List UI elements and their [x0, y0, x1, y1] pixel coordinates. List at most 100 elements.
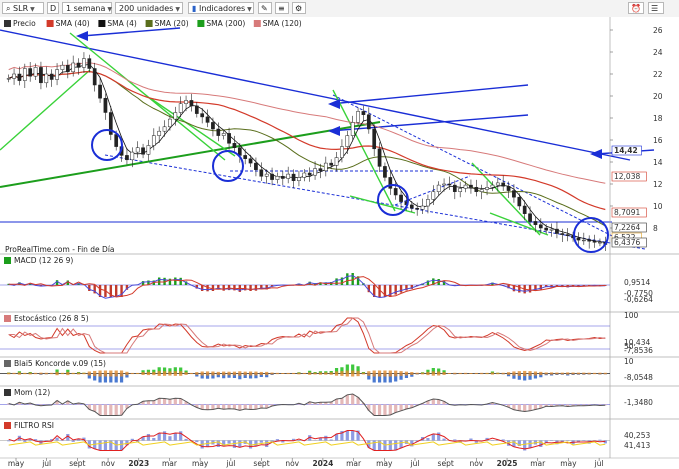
rsi-bar: [146, 434, 151, 441]
time-tick-label: nov: [285, 459, 299, 468]
text-tool-icon[interactable]: ≡: [275, 2, 289, 14]
koncorde-orange-bar: [270, 372, 274, 375]
period-selector[interactable]: 1 semana ▼: [62, 2, 112, 14]
candle-body: [151, 135, 156, 146]
candle-body: [22, 68, 27, 81]
koncorde-orange-bar: [399, 371, 403, 376]
indicators-label: Indicadores: [198, 4, 246, 13]
candle-body: [512, 190, 516, 198]
legend-entry: SMA (4): [107, 19, 136, 28]
indicators-button[interactable]: ▮ Indicadores ▼: [188, 2, 254, 14]
mom-bar: [243, 404, 247, 409]
koncorde-orange-bar: [501, 372, 505, 375]
rsi-bar: [227, 440, 231, 444]
mom-bar: [383, 404, 387, 416]
koncorde-orange-bar: [566, 372, 570, 375]
koncorde-orange-bar: [420, 372, 425, 375]
koncorde-orange-bar: [506, 372, 511, 375]
koncorde-orange-bar: [211, 371, 215, 376]
candle-body: [243, 155, 248, 159]
candle-body: [565, 234, 570, 236]
period-label: 1 semana: [66, 4, 106, 13]
candle-body: [506, 185, 511, 191]
candle-body: [409, 204, 414, 209]
candle-body: [549, 228, 554, 231]
koncorde-orange-bar: [222, 371, 226, 376]
koncorde-orange-bar: [281, 373, 285, 374]
time-tick-label: may: [376, 459, 393, 468]
legend-swatch: [197, 20, 205, 27]
rsi-bar: [399, 440, 403, 448]
time-tick-label: nov: [101, 459, 115, 468]
legend-entry: Precio: [13, 19, 36, 28]
candle-body: [270, 173, 274, 180]
candle-body: [248, 158, 253, 164]
panel-title: FILTRO RSI: [14, 421, 54, 430]
rsi-bar: [238, 440, 242, 448]
candle-body: [6, 78, 11, 80]
koncorde-orange-bar: [308, 372, 312, 375]
rsi-bar: [582, 440, 586, 441]
koncorde-orange-bar: [377, 370, 382, 377]
rsi-bar: [528, 440, 532, 448]
candle-body: [307, 172, 312, 176]
settings-icon[interactable]: ⚙: [292, 2, 306, 14]
candle-body: [162, 126, 167, 132]
macd-bar: [399, 285, 403, 293]
panel-value-label: 10: [624, 357, 634, 366]
macd-bar: [335, 278, 338, 285]
koncorde-orange-bar: [517, 371, 521, 376]
koncorde-orange-bar: [458, 372, 462, 375]
price-tick-label: 26: [653, 26, 663, 35]
rsi-bar: [442, 438, 446, 441]
koncorde-orange-bar: [603, 372, 607, 375]
koncorde-orange-bar: [184, 372, 188, 375]
symbol-label: SLR: [13, 4, 29, 13]
candle-body: [442, 183, 446, 186]
koncorde-orange-bar: [130, 372, 134, 375]
price-label: 7,2264: [614, 223, 640, 232]
units-selector[interactable]: 200 unidades ▼: [115, 2, 183, 14]
candle-body: [469, 184, 473, 188]
koncorde-orange-bar: [60, 372, 65, 375]
candle-body: [264, 173, 269, 177]
mom-bar: [103, 404, 108, 416]
koncorde-orange-bar: [598, 372, 602, 375]
koncorde-orange-bar: [496, 372, 500, 375]
chart-type-button[interactable]: D: [47, 2, 59, 14]
koncorde-orange-bar: [431, 371, 435, 376]
chevron-down-icon: ▼: [30, 6, 35, 13]
koncorde-orange-bar: [179, 371, 183, 376]
koncorde-orange-bar: [157, 371, 161, 376]
time-tick-label: mar: [346, 459, 362, 468]
pencil-icon[interactable]: ✎: [258, 2, 272, 14]
candle-body: [184, 100, 188, 104]
mom-bar: [109, 404, 113, 416]
rsi-bar: [394, 440, 398, 451]
koncorde-orange-bar: [351, 370, 355, 377]
koncorde-orange-bar: [259, 371, 263, 376]
koncorde-orange-bar: [200, 371, 204, 376]
koncorde-orange-bar: [168, 371, 172, 376]
symbol-selector[interactable]: ⌕ SLR ▼: [2, 2, 44, 14]
koncorde-orange-bar: [533, 371, 538, 376]
candle-body: [103, 97, 108, 113]
candle-body: [216, 128, 221, 136]
macd-bar: [222, 285, 225, 291]
alarm-clock-icon[interactable]: ⏰: [628, 2, 644, 14]
rsi-bar: [23, 440, 27, 442]
candle-body: [329, 162, 334, 166]
price-label: 6,4376: [614, 238, 640, 247]
candle-body: [490, 184, 495, 188]
price-label: 12,038: [614, 172, 640, 181]
candle-body: [340, 146, 344, 158]
menu-icon[interactable]: ☰: [648, 2, 664, 14]
rsi-bar: [184, 438, 188, 441]
koncorde-orange-bar: [512, 371, 516, 376]
koncorde-orange-bar: [119, 370, 124, 377]
price-tick-label: 10: [653, 202, 663, 211]
koncorde-orange-bar: [254, 371, 258, 376]
candle-body: [200, 113, 205, 118]
koncorde-orange-bar: [55, 371, 59, 376]
koncorde-orange-bar: [329, 372, 333, 375]
